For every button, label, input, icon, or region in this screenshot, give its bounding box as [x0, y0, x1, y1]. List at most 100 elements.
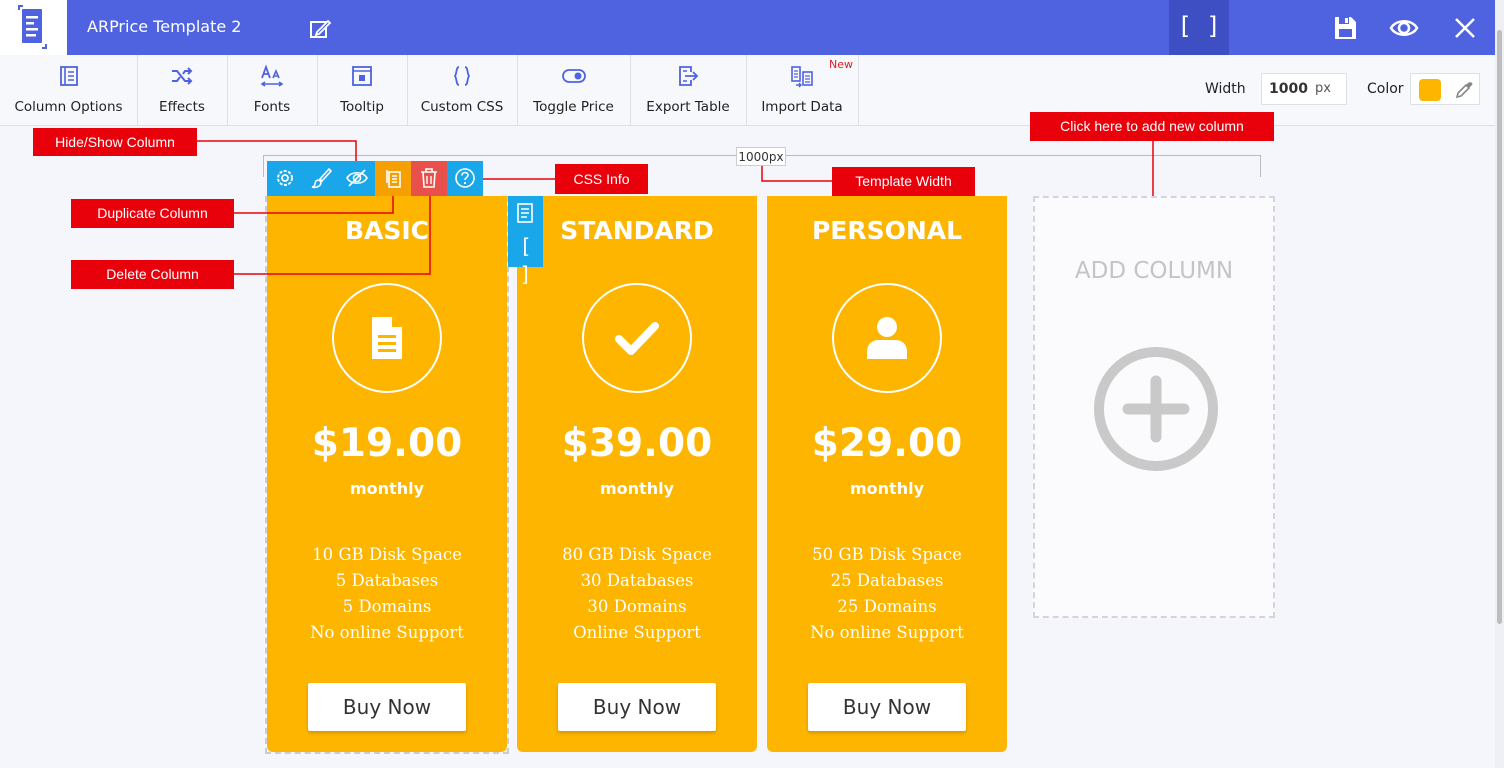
document-icon[interactable]	[515, 202, 535, 224]
plan-features: 50 GB Disk Space 25 Databases 25 Domains…	[767, 542, 1007, 646]
feature-item: 25 Databases	[830, 571, 944, 590]
export-icon	[679, 66, 699, 86]
feature-item: 50 GB Disk Space	[812, 545, 962, 564]
tool-label: Custom CSS	[420, 99, 504, 115]
fonts-button[interactable]: Fonts	[227, 55, 318, 125]
feature-item: 30 Databases	[580, 571, 694, 590]
feature-item: 30 Domains	[587, 597, 687, 616]
page-scrollbar[interactable]	[1495, 0, 1504, 768]
add-column-label: ADD COLUMN	[1074, 258, 1234, 284]
plan-features: 10 GB Disk Space 5 Databases 5 Domains N…	[267, 542, 507, 646]
column-options-button[interactable]: Column Options	[0, 55, 138, 125]
tooltip-button[interactable]: Tooltip	[317, 55, 408, 125]
feature-item: 5 Databases	[335, 571, 439, 590]
braces-icon	[453, 66, 471, 86]
plus-circle-icon[interactable]	[1092, 345, 1220, 473]
plan-period: monthly	[599, 479, 674, 498]
help-icon	[455, 168, 475, 188]
width-field[interactable]: 1000 px	[1261, 73, 1347, 105]
eye-icon	[1389, 20, 1419, 36]
pricing-column-standard[interactable]: STANDARD $39.00 monthly 80 GB Disk Space…	[517, 196, 757, 752]
buy-now-button[interactable]: Buy Now	[558, 683, 716, 731]
delete-icon	[421, 168, 437, 188]
edit-title-button[interactable]	[306, 15, 334, 43]
plan-price: $29.00	[811, 421, 963, 466]
close-button[interactable]	[1450, 13, 1480, 43]
user-icon	[867, 317, 907, 359]
tool-label: Fonts	[253, 99, 291, 115]
css-info-button[interactable]	[447, 161, 483, 196]
plan-period: monthly	[849, 479, 924, 498]
column-style-button[interactable]	[303, 161, 339, 196]
plan-icon-circle	[582, 283, 692, 393]
plan-icon-circle	[832, 283, 942, 393]
column-settings-button[interactable]	[267, 161, 303, 196]
app-header: ARPrice Template 2 [ ]	[0, 0, 1504, 55]
plan-features: 80 GB Disk Space 30 Databases 30 Domains…	[517, 542, 757, 646]
tool-label: Import Data	[761, 99, 843, 115]
plan-title: STANDARD	[560, 216, 714, 245]
plan-title: BASIC	[344, 216, 430, 245]
template-title: ARPrice Template 2	[87, 17, 242, 36]
export-table-button[interactable]: Export Table	[630, 55, 747, 125]
preview-button[interactable]	[1389, 13, 1419, 43]
pricing-column-basic[interactable]: BASIC $19.00 monthly 10 GB Disk Space 5 …	[267, 196, 507, 752]
callout-add-new-column: Click here to add new column	[1030, 112, 1274, 141]
close-icon	[1455, 18, 1475, 38]
callout-css-info: CSS Info	[555, 164, 648, 194]
import-icon	[791, 66, 813, 88]
width-label: Width	[1205, 81, 1246, 97]
buy-now-button[interactable]: Buy Now	[808, 683, 966, 731]
plan-title: PERSONAL	[811, 216, 963, 245]
document-logo-icon	[18, 5, 47, 49]
scrollbar-thumb[interactable]	[1497, 30, 1502, 624]
tool-label: Effects	[159, 99, 205, 115]
duplicate-icon	[386, 170, 401, 188]
eye-off-icon	[346, 169, 368, 187]
columns-icon	[59, 66, 78, 86]
edit-icon	[310, 19, 332, 38]
callout-duplicate: Duplicate Column	[71, 199, 234, 228]
effects-button[interactable]: Effects	[137, 55, 228, 125]
tooltip-icon	[352, 66, 372, 86]
delete-column-button[interactable]	[411, 161, 447, 196]
plan-price: $19.00	[311, 421, 463, 466]
save-button[interactable]	[1330, 13, 1360, 43]
toggle-price-button[interactable]: Toggle Price	[517, 55, 631, 125]
color-picker[interactable]	[1410, 73, 1480, 105]
tool-label: Toggle Price	[533, 99, 614, 115]
color-label: Color	[1367, 81, 1404, 97]
settings-icon	[277, 170, 293, 186]
feature-item: No online Support	[310, 623, 464, 642]
template-width-tag: 1000px	[736, 147, 786, 166]
buy-now-button[interactable]: Buy Now	[308, 683, 466, 731]
document-icon	[372, 317, 402, 359]
custom-css-button[interactable]: Custom CSS	[407, 55, 518, 125]
callout-delete: Delete Column	[71, 260, 234, 289]
callout-hide-show: Hide/Show Column	[33, 128, 197, 156]
save-icon	[1335, 17, 1356, 39]
new-badge: New	[829, 58, 853, 71]
feature-item: No online Support	[810, 623, 964, 642]
width-unit: px	[1315, 81, 1331, 96]
color-swatch[interactable]	[1419, 79, 1441, 101]
feature-item: 5 Domains	[342, 597, 432, 616]
toggle-icon	[561, 69, 586, 83]
feature-item: 80 GB Disk Space	[562, 545, 712, 564]
eyedropper-icon[interactable]	[1454, 80, 1474, 100]
tool-label: Column Options	[14, 99, 123, 115]
duplicate-column-button[interactable]	[375, 161, 411, 196]
shuffle-icon	[172, 67, 193, 85]
hide-show-column-button[interactable]	[339, 161, 375, 196]
plan-period: monthly	[349, 479, 424, 498]
add-column-placeholder[interactable]: ADD COLUMN	[1033, 196, 1275, 618]
brush-icon	[311, 167, 332, 189]
font-size-icon	[260, 64, 284, 87]
feature-item: Online Support	[573, 623, 701, 642]
feature-item: 25 Domains	[837, 597, 937, 616]
app-logo	[0, 0, 67, 55]
pricing-column-personal[interactable]: PERSONAL $29.00 monthly 50 GB Disk Space…	[767, 196, 1007, 752]
width-value[interactable]: 1000	[1269, 81, 1308, 97]
fullscreen-button[interactable]: [ ]	[1169, 0, 1229, 55]
bracket-toggle[interactable]: [ ]	[508, 232, 543, 286]
